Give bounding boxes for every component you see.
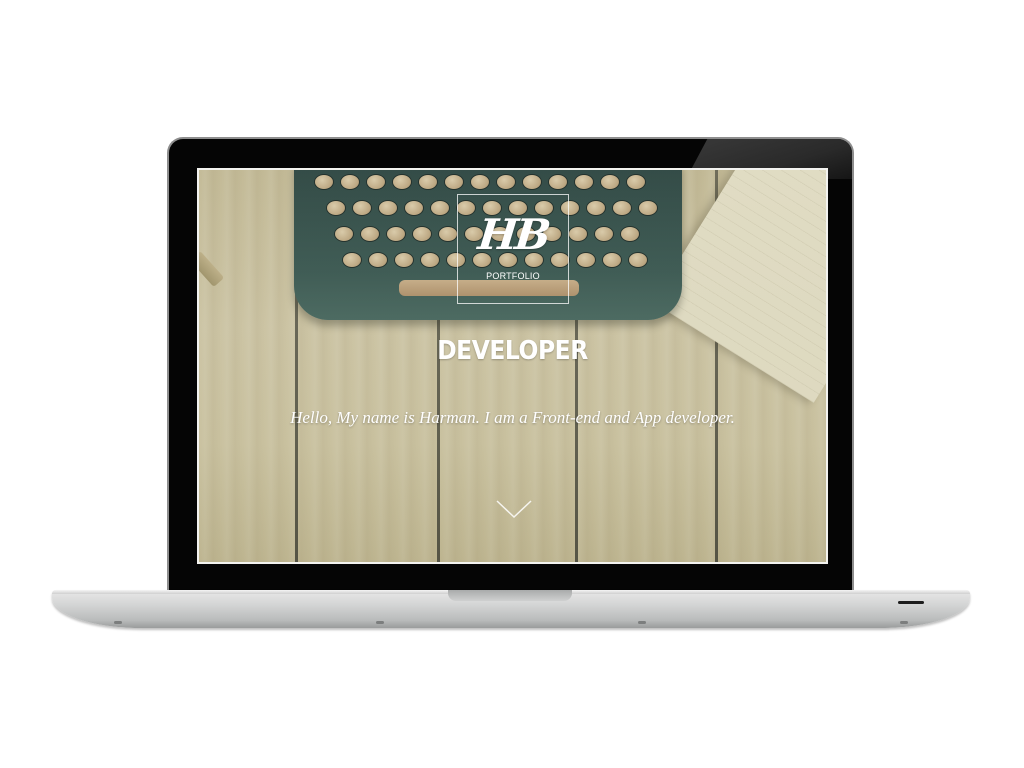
laptop-base <box>52 590 970 628</box>
laptop-screen-lid: HB PORTFOLIO DEVELOPER Hello, My name is… <box>167 137 854 592</box>
logo-monogram: HB <box>475 210 551 259</box>
laptop-foot <box>114 621 122 624</box>
product-mockup: HB PORTFOLIO DEVELOPER Hello, My name is… <box>0 0 1024 768</box>
hero-headline: DEVELOPER <box>437 336 588 366</box>
lid-opening-notch <box>448 590 572 601</box>
chevron-down-icon <box>496 500 532 519</box>
hero-tagline: Hello, My name is Harman. I am a Front-e… <box>290 408 735 427</box>
laptop-foot <box>638 621 646 624</box>
laptop-foot <box>900 621 908 624</box>
sleep-indicator-light <box>898 601 924 604</box>
site-logo[interactable]: HB PORTFOLIO <box>457 194 569 304</box>
laptop-foot <box>376 621 384 624</box>
logo-subtitle: PORTFOLIO <box>486 271 540 281</box>
website-viewport: HB PORTFOLIO DEVELOPER Hello, My name is… <box>197 168 828 564</box>
scroll-down-button[interactable] <box>495 498 533 520</box>
